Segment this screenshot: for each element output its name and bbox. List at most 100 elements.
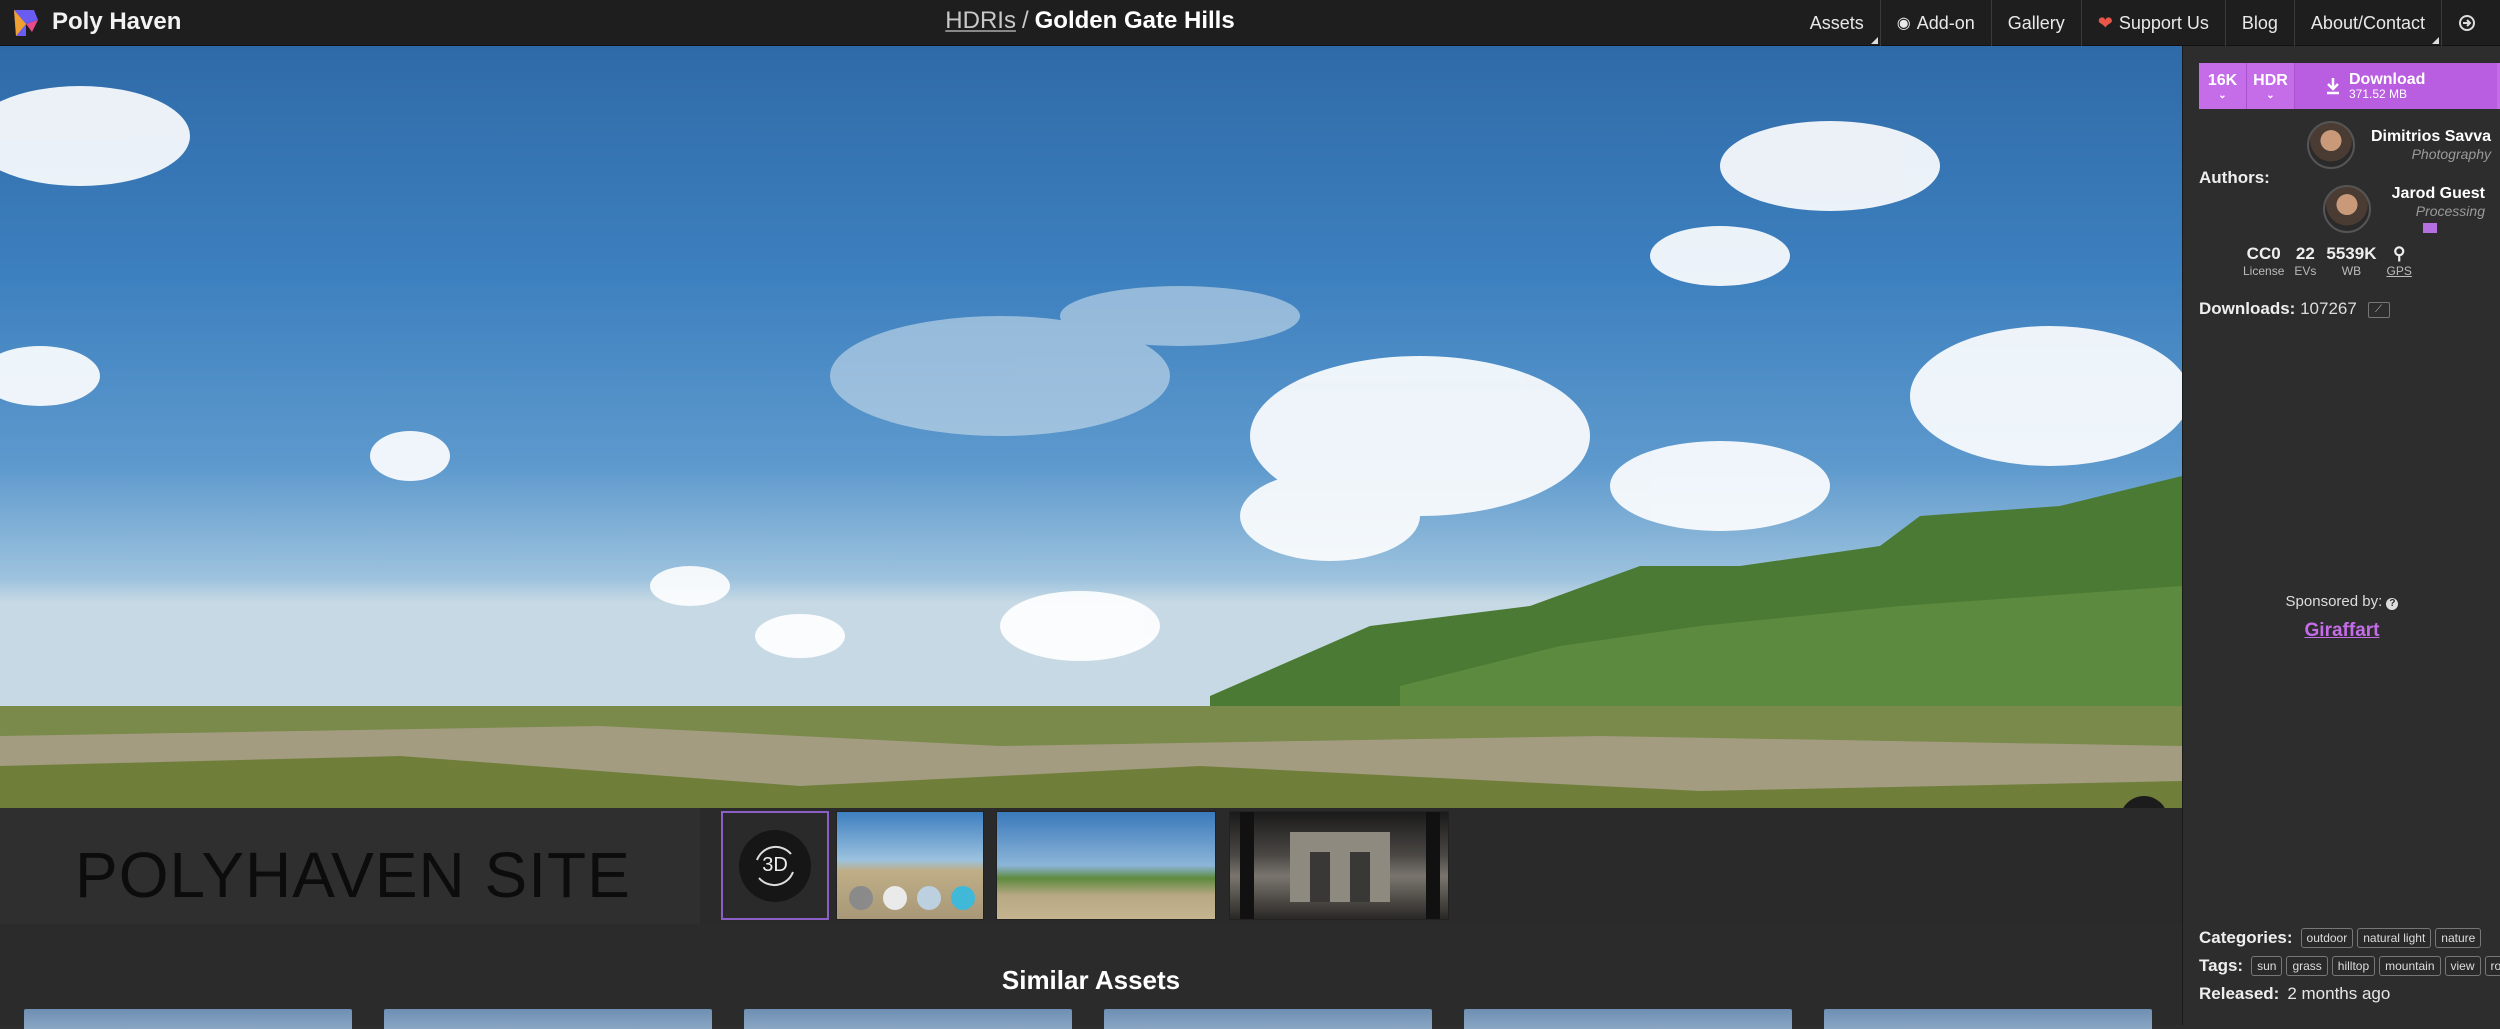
chevron-down-icon: ⌄ [2266,90,2275,101]
nav-assets-label: Assets [1809,12,1864,33]
tags-row: Tags: sun grass hilltop mountain view ro [2199,956,2500,976]
nav-addon-label: Add-on [1916,12,1975,33]
nav-support-label: Support Us [2118,12,2209,33]
category-tag[interactable]: nature [2435,928,2482,948]
downloads-value: 107267 [2300,299,2357,318]
author-role: Processing [2415,203,2485,219]
thumbnail-spheres[interactable] [836,811,984,920]
format-select[interactable]: HDR ⌄ [2247,63,2295,109]
rotate-arrows-icon [756,845,794,886]
nav-assets[interactable]: Assets [1794,0,1881,46]
thumbnail-interior[interactable] [1229,811,1449,920]
nav-about[interactable]: About/Contact [2295,0,2442,46]
rotate-3d-icon: 3D [739,829,811,902]
category-tag[interactable]: outdoor [2300,928,2354,948]
nav-blog-label: Blog [2241,12,2278,33]
downloads-label: Downloads: [2199,299,2296,318]
login-button[interactable] [2442,0,2492,46]
stat-wb-label: WB [2341,264,2362,278]
tag[interactable]: hilltop [2331,956,2376,976]
similar-asset-card[interactable] [1824,1009,2152,1029]
help-icon[interactable]: ? [2386,598,2399,610]
sponsor-label-text: Sponsored by: [2285,593,2383,610]
released-row: Released: 2 months ago [2199,984,2390,1004]
released-label: Released: [2199,984,2280,1003]
stat-license[interactable]: CC0 License [2243,244,2284,278]
stat-license-value: CC0 [2246,244,2281,263]
tag[interactable]: sun [2251,956,2283,976]
stat-gps-label: GPS [2386,264,2412,278]
nav-gallery[interactable]: Gallery [1992,0,2082,46]
category-tag[interactable]: natural light [2357,928,2432,948]
thumbnail-3d-view[interactable]: 3D [721,811,829,920]
categories-label: Categories: [2199,928,2293,947]
asset-info-sidebar: 16K⌄ HDR⌄ Download 371.52 MB ☰ Authors: … [2182,46,2500,1025]
download-button[interactable]: Download 371.52 MB [2295,63,2500,109]
nav-blog[interactable]: Blog [2226,0,2295,46]
hdri-panorama-image [0,86,2182,808]
hdri-preview-viewer[interactable] [0,46,2182,808]
similar-asset-card[interactable] [1464,1009,1792,1029]
promo-banner: POLYHAVEN SITE [0,808,700,924]
nav-gallery-label: Gallery [2007,12,2065,33]
similar-asset-card[interactable] [744,1009,1072,1029]
heart-icon: ❤ [2097,12,2113,33]
resolution-select[interactable]: 16K ⌄ [2199,63,2247,109]
graph-icon[interactable]: ⟋ [2367,301,2390,318]
similar-assets-title: Similar Assets [1001,965,1181,995]
promo-text: POLYHAVEN SITE [75,839,631,911]
author-jarod-guest: Jarod Guest Processing [2375,185,2485,238]
dropdown-indicator-icon [2432,37,2439,44]
location-pin-icon: ⚲ [2392,244,2406,263]
stat-evs-label: EVs [2294,264,2317,278]
author-role: Photography [2411,146,2491,162]
format-value: HDR [2253,72,2288,89]
similar-asset-card[interactable] [1104,1009,1432,1029]
thumbnail-panorama[interactable] [996,811,1216,920]
download-icon [2327,78,2339,95]
breadcrumb-category-link[interactable]: HDRIs [945,7,1016,34]
main-nav: Assets ◉ Add-on Gallery ❤ Support Us Blog … [1794,0,2492,46]
download-size: 371.52 MB [2349,87,2408,101]
stat-evs: 22 EVs [2294,244,2316,278]
spheres-thumbnail-image [849,886,975,910]
stat-wb-value: 5539K [2326,244,2377,263]
author-name[interactable]: Jarod Guest [2375,185,2485,203]
tag[interactable]: grass [2286,956,2328,976]
mail-icon[interactable] [2375,219,2485,238]
stat-evs-value: 22 [2295,244,2315,263]
sponsor-label: Sponsored by: ? [2183,593,2500,610]
sponsor-link[interactable]: Giraffart [2183,620,2500,642]
avatar[interactable] [2323,185,2371,233]
asset-stats: CC0 License 22 EVs 5539K WB ⚲ GPS [2243,244,2412,278]
tag[interactable]: ro [2484,956,2500,976]
dropdown-indicator-icon [1870,37,1878,44]
stat-gps[interactable]: ⚲ GPS [2387,244,2412,278]
top-navigation-bar: Poly Haven HDRIs / Golden Gate Hills Asset… [0,0,2500,46]
stat-wb: 5539K WB [2326,244,2376,278]
tags-label: Tags: [2199,956,2244,975]
tag[interactable]: mountain [2379,956,2441,976]
similar-asset-card[interactable] [24,1009,352,1029]
nav-support[interactable]: ❤ Support Us [2082,0,2226,46]
similar-asset-card[interactable] [384,1009,712,1029]
interior-thumbnail-image [1240,812,1440,919]
author-dimitrios-savva: Dimitrios Savva Photography [2359,128,2491,162]
download-bar: 16K⌄ HDR⌄ Download 371.52 MB ☰ [2199,63,2500,109]
resolution-value: 16K [2207,72,2238,89]
breadcrumb-separator: / [1021,7,1029,34]
categories-row: Categories: outdoor natural light nature [2199,928,2485,948]
eye-icon: ◉ [1896,15,1911,32]
download-label: Download [2349,71,2426,88]
author-name[interactable]: Dimitrios Savva [2359,128,2491,146]
chevron-down-icon: ⌄ [2218,90,2227,101]
login-icon [2459,15,2475,31]
stat-license-label: License [2243,264,2285,278]
tag[interactable]: view [2444,956,2481,976]
nav-about-label: About/Contact [2310,12,2425,33]
released-value: 2 months ago [2287,984,2391,1003]
page-title: Golden Gate Hills [1034,7,1235,34]
nav-addon[interactable]: ◉ Add-on [1881,0,1992,46]
downloads-count: Downloads: 107267 ⟋ [2199,299,2390,319]
avatar[interactable] [2307,121,2355,169]
